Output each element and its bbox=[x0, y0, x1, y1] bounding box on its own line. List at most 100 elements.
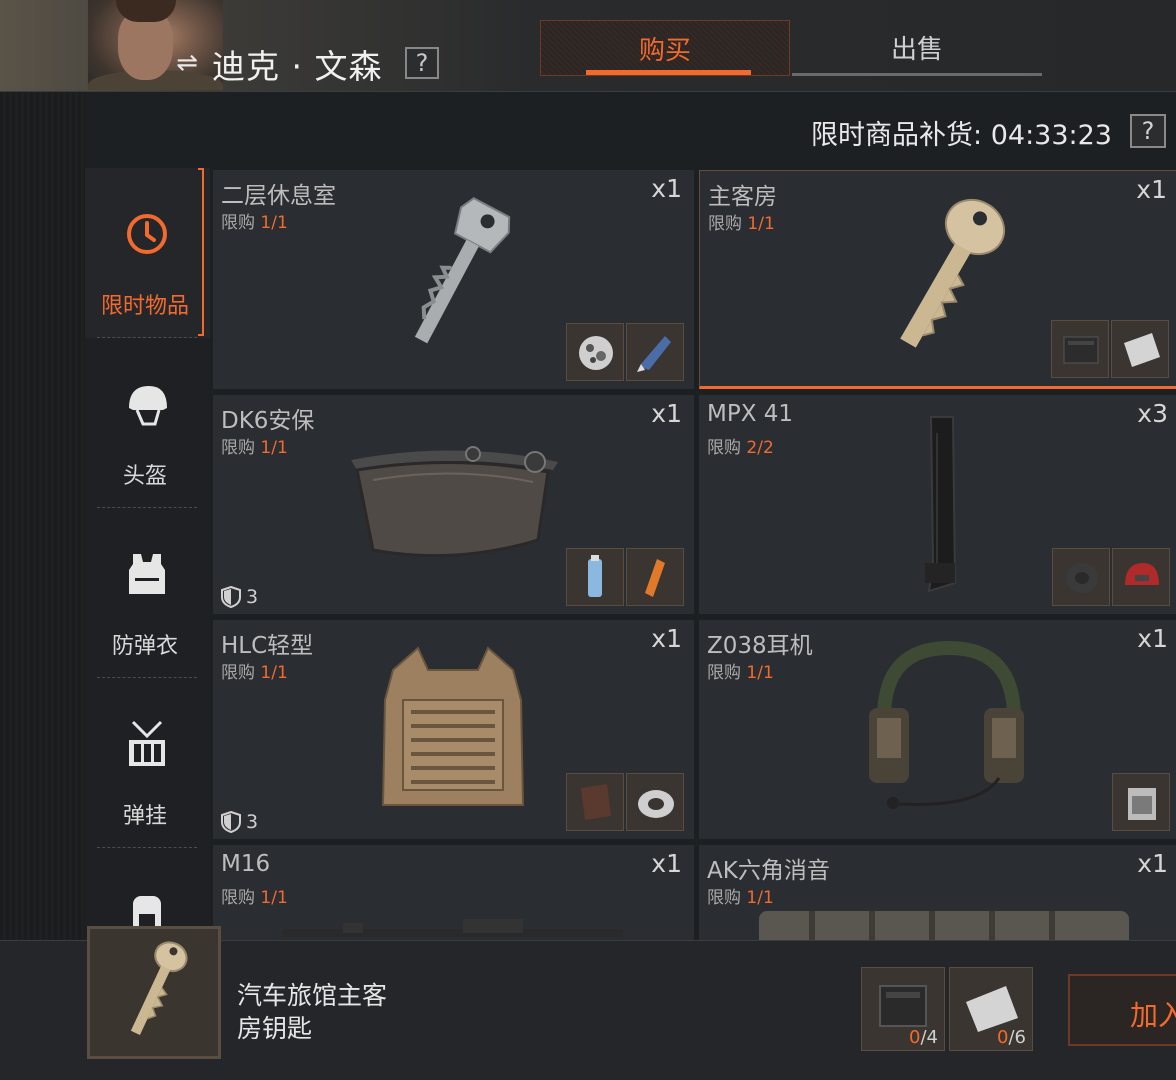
item-quantity: x1 bbox=[651, 174, 682, 203]
requirement-have: 0 bbox=[909, 1027, 921, 1048]
item-name: AK六角消音 bbox=[707, 858, 830, 884]
vest-icon bbox=[129, 554, 165, 594]
limit-count: 2/2 bbox=[746, 438, 774, 458]
left-backdrop bbox=[0, 92, 85, 940]
item-card-hlc-vest[interactable]: HLC轻型 限购 1/1 x1 3 bbox=[213, 620, 694, 839]
category-sidebar: 限时物品 头盔 防弹衣 弹挂 bbox=[85, 168, 210, 940]
shield-icon bbox=[221, 811, 241, 833]
requirement-need: /6 bbox=[1008, 1027, 1026, 1048]
item-limit: 限购 1/1 bbox=[221, 433, 288, 458]
tab-buy[interactable]: 购买 bbox=[540, 20, 790, 76]
armor-level: 3 bbox=[246, 811, 259, 833]
rifle-icon bbox=[283, 919, 623, 937]
limit-prefix: 限购 bbox=[221, 213, 255, 233]
item-name: DK6安保 bbox=[221, 408, 315, 434]
category-helmet[interactable]: 头盔 bbox=[85, 338, 210, 508]
category-limited[interactable]: 限时物品 bbox=[85, 168, 210, 338]
exchange-tags bbox=[566, 773, 684, 831]
item-limit: 限购 1/1 bbox=[707, 883, 774, 908]
category-label: 弹挂 bbox=[122, 804, 167, 829]
limit-prefix: 限购 bbox=[707, 663, 741, 683]
face-shield-icon bbox=[351, 446, 558, 558]
item-quantity: x1 bbox=[1137, 624, 1168, 653]
brass-key-icon bbox=[900, 198, 1006, 348]
magazine-icon bbox=[925, 416, 957, 593]
shield-icon bbox=[221, 586, 241, 608]
exchange-tags bbox=[1052, 548, 1170, 606]
category-vest[interactable]: 防弹衣 bbox=[85, 508, 210, 678]
requirement-black-box[interactable]: 0/4 bbox=[861, 967, 945, 1051]
tab-sell[interactable]: 出售 bbox=[792, 20, 1042, 76]
item-quantity: x3 bbox=[1137, 399, 1168, 428]
item-name: Z038耳机 bbox=[707, 633, 813, 659]
exchange-tags bbox=[1051, 320, 1169, 378]
item-card-master-room-key[interactable]: 主客房 限购 1/1 x1 bbox=[699, 170, 1176, 389]
add-to-cart-button[interactable]: 加入 bbox=[1068, 974, 1176, 1046]
active-bracket bbox=[198, 168, 204, 336]
clock-icon bbox=[127, 214, 167, 254]
requirement-need: /4 bbox=[920, 1027, 938, 1048]
tab-sell-underline bbox=[792, 73, 1042, 76]
category-chest-rig[interactable]: 弹挂 bbox=[85, 678, 210, 848]
armor-class: 3 bbox=[221, 811, 258, 833]
item-name: 主客房 bbox=[708, 184, 777, 210]
item-card-z038-headset[interactable]: Z038耳机 限购 1/1 x1 bbox=[699, 620, 1176, 839]
limit-prefix: 限购 bbox=[221, 663, 255, 683]
limit-count: 1/1 bbox=[746, 888, 774, 908]
paper-icon bbox=[1111, 320, 1169, 378]
limit-prefix: 限购 bbox=[221, 438, 255, 458]
category-label: 限时物品 bbox=[100, 294, 189, 319]
armor-class: 3 bbox=[221, 586, 258, 608]
requirement-have: 0 bbox=[997, 1027, 1009, 1048]
restock-timer: 限时商品补货: 04:33:23 bbox=[811, 120, 1112, 151]
switch-trader-icon[interactable]: ⇌ bbox=[172, 48, 202, 78]
limit-prefix: 限购 bbox=[707, 888, 741, 908]
item-quantity: x1 bbox=[651, 399, 682, 428]
lighter-icon bbox=[626, 548, 684, 606]
item-quantity: x1 bbox=[651, 624, 682, 653]
limit-prefix: 限购 bbox=[708, 214, 742, 234]
item-limit: 限购 1/1 bbox=[221, 208, 288, 233]
exchange-tags bbox=[566, 323, 684, 381]
drink-bottle-icon bbox=[566, 548, 624, 606]
pen-icon bbox=[626, 323, 684, 381]
crystal-ball-icon bbox=[566, 323, 624, 381]
bag-icon bbox=[1112, 773, 1170, 831]
tape-roll-icon bbox=[1052, 548, 1110, 606]
trader-help-button[interactable]: ? bbox=[405, 47, 439, 79]
requirement-paper[interactable]: 0/6 bbox=[949, 967, 1033, 1051]
item-limit: 限购 1/1 bbox=[707, 658, 774, 683]
chest-rig-icon bbox=[129, 720, 165, 766]
selected-item-thumbnail[interactable] bbox=[87, 926, 221, 1059]
restock-help-button[interactable]: ? bbox=[1130, 114, 1166, 148]
add-button-label: 加入 bbox=[1130, 999, 1176, 1032]
item-grid: 二层休息室 限购 1/1 x1 主客房 限购 1/1 x1 DK6安保 限购 1… bbox=[213, 170, 1176, 940]
item-quantity: x1 bbox=[651, 849, 682, 878]
item-card-dk6-visor[interactable]: DK6安保 限购 1/1 x1 3 bbox=[213, 395, 694, 614]
item-name: M16 bbox=[221, 851, 271, 877]
red-helmet-icon bbox=[1112, 548, 1170, 606]
item-card-lounge-key[interactable]: 二层休息室 限购 1/1 x1 bbox=[213, 170, 694, 389]
item-limit: 限购 1/1 bbox=[708, 209, 775, 234]
tab-sell-label: 出售 bbox=[890, 35, 943, 65]
tab-buy-underline bbox=[586, 70, 751, 75]
item-limit: 限购 1/1 bbox=[221, 658, 288, 683]
item-card-mpx-magazine[interactable]: MPX 41 限购 2/2 x3 bbox=[699, 395, 1176, 614]
item-card-ak-suppressor[interactable]: AK六角消音 限购 1/1 x1 bbox=[699, 845, 1176, 940]
trader-header: ⇌ 迪克 · 文森 ? 购买 出售 bbox=[0, 0, 1176, 92]
category-label: 防弹衣 bbox=[111, 634, 178, 659]
armor-level: 3 bbox=[246, 586, 259, 608]
helmet-icon bbox=[129, 386, 167, 426]
item-card-m16[interactable]: M16 限购 1/1 x1 bbox=[213, 845, 694, 940]
limit-prefix: 限购 bbox=[221, 888, 255, 908]
headset-icon bbox=[869, 640, 1024, 809]
item-limit: 限购 2/2 bbox=[707, 433, 774, 458]
limit-count: 1/1 bbox=[260, 663, 288, 683]
black-box-icon bbox=[1051, 320, 1109, 378]
item-limit: 限购 1/1 bbox=[221, 883, 288, 908]
limit-count: 1/1 bbox=[260, 438, 288, 458]
duct-tape-icon bbox=[626, 773, 684, 831]
selected-item-bar: 汽车旅馆主客 房钥匙 0/4 0/6 加入 bbox=[0, 926, 1176, 1080]
brass-key-icon bbox=[130, 941, 188, 1035]
trader-portrait[interactable] bbox=[88, 0, 223, 90]
